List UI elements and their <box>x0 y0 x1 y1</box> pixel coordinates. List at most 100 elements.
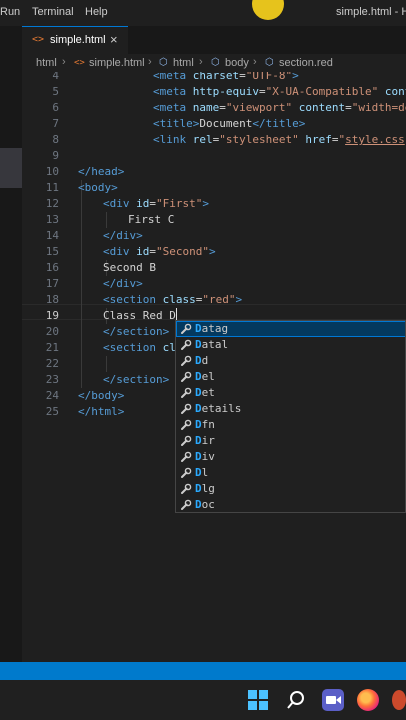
code-token: cl <box>162 341 176 354</box>
suggestion-item[interactable]: Dd <box>176 353 405 369</box>
breadcrumb: html › <> simple.html › ⬡ html › ⬡ body … <box>22 54 406 72</box>
code-token: Document <box>199 117 253 130</box>
suggestion-item[interactable]: Div <box>176 449 405 465</box>
cursor-highlight <box>252 0 284 20</box>
suggestion-item[interactable]: Doc <box>176 497 405 512</box>
suggestion-label: Dd <box>195 354 209 367</box>
code-token: </head> <box>78 165 125 178</box>
code-token: content <box>384 85 406 98</box>
suggestion-label: Det <box>195 386 215 399</box>
line-number: 19 <box>45 309 59 322</box>
code-line: Class Red D <box>103 308 177 324</box>
breadcrumb-section[interactable]: section.red <box>279 57 333 69</box>
suggestion-item[interactable]: Dl <box>176 465 405 481</box>
search-icon[interactable] <box>286 690 306 710</box>
line-number: 10 <box>45 165 59 178</box>
breadcrumb-file[interactable]: simple.html <box>89 57 145 69</box>
code-line: </div> <box>103 228 143 244</box>
code-token: = <box>149 245 156 258</box>
breadcrumb-html[interactable]: html <box>173 57 194 69</box>
activity-item-selected[interactable] <box>0 148 22 188</box>
line-number: 9 <box>52 149 59 162</box>
code-token: class <box>162 293 196 306</box>
code-line: </section> <box>103 324 169 340</box>
indent-guide <box>106 356 107 372</box>
line-number: 5 <box>52 85 59 98</box>
chevron-right-icon: › <box>253 56 257 68</box>
code-line: First C <box>128 212 174 228</box>
code-token: = <box>219 101 226 114</box>
code-line: <meta charset="UTF-8"> <box>153 72 299 84</box>
suggestion-item[interactable]: Datag <box>176 321 405 337</box>
app-icon[interactable] <box>392 690 406 710</box>
suggestion-item[interactable]: Dfn <box>176 417 405 433</box>
suggestion-item[interactable]: Det <box>176 385 405 401</box>
code-token: <meta <box>153 101 193 114</box>
code-token: > <box>202 197 209 210</box>
suggestion-label: Del <box>195 370 215 383</box>
code-token: > <box>208 245 216 258</box>
tab-bar: <> simple.html × <box>22 26 406 55</box>
code-line: <title>Document</title> <box>153 116 305 132</box>
code-token: content <box>298 101 346 114</box>
line-number: 18 <box>45 293 59 306</box>
code-token: </div> <box>103 277 143 290</box>
line-number: 13 <box>45 213 59 226</box>
code-token: "First" <box>156 197 203 210</box>
code-token: "viewport" <box>225 101 293 114</box>
code-token: http-equiv <box>192 85 259 98</box>
element-cube-icon: ⬡ <box>211 57 220 68</box>
wrench-icon <box>179 497 193 512</box>
menu-run[interactable]: Run <box>0 6 20 18</box>
code-token: <title> <box>153 117 200 130</box>
code-token: = <box>149 197 156 210</box>
windows-start-icon[interactable] <box>248 690 268 710</box>
breadcrumb-body[interactable]: body <box>225 57 249 69</box>
title-bar: Run Terminal Help simple.html - H <box>0 0 406 26</box>
element-cube-icon: ⬡ <box>265 57 274 68</box>
code-line: </section> <box>103 372 169 388</box>
tab-simple-html[interactable]: <> simple.html × <box>22 26 128 54</box>
suggestion-item[interactable]: Datal <box>176 337 405 353</box>
line-number: 11 <box>45 181 59 194</box>
code-line: </body> <box>78 388 124 404</box>
code-token: <link <box>153 133 193 146</box>
suggestion-item[interactable]: Details <box>176 401 405 417</box>
line-number: 15 <box>45 245 59 258</box>
suggestion-label: Datag <box>195 322 229 335</box>
code-token: </html> <box>78 405 125 418</box>
code-token: </section> <box>103 373 170 386</box>
video-call-icon[interactable] <box>322 689 344 711</box>
autocomplete-widget[interactable]: Datag Datal Dd Del Det Details Dfn Dir Div Dl Dlg D… <box>175 320 406 513</box>
menu-terminal[interactable]: Terminal <box>32 6 74 18</box>
code-token: </section> <box>103 325 170 338</box>
suggestion-item[interactable]: Dir <box>176 433 405 449</box>
line-number: 16 <box>45 261 59 274</box>
code-token: </body> <box>78 389 125 402</box>
suggestion-label: Details <box>195 402 242 415</box>
code-line: <section class="red"> <box>103 292 242 308</box>
code-token: First C <box>128 213 175 226</box>
breadcrumb-folder[interactable]: html <box>36 57 57 69</box>
suggestion-label: Doc <box>195 498 215 511</box>
tab-label: simple.html <box>50 34 106 46</box>
status-bar <box>0 662 406 680</box>
menu-help[interactable]: Help <box>85 6 108 18</box>
firefox-icon[interactable] <box>357 689 379 711</box>
element-cube-icon: ⬡ <box>159 57 168 68</box>
code-token: > <box>292 72 299 82</box>
chevron-right-icon: › <box>199 56 203 68</box>
suggestion-item[interactable]: Del <box>176 369 405 385</box>
line-number: 25 <box>45 405 59 418</box>
code-token: charset <box>192 72 240 82</box>
close-icon[interactable]: × <box>110 32 118 47</box>
suggestion-item[interactable]: Dlg <box>176 481 405 497</box>
code-line: </head> <box>78 164 124 180</box>
activity-bar <box>0 26 22 662</box>
code-token: rel <box>192 133 213 146</box>
line-number: 21 <box>45 341 59 354</box>
code-line: <section cl <box>103 340 176 356</box>
code-token: <body> <box>78 181 118 194</box>
code-line: <body> <box>78 180 118 196</box>
suggestion-label: Dfn <box>195 418 215 431</box>
